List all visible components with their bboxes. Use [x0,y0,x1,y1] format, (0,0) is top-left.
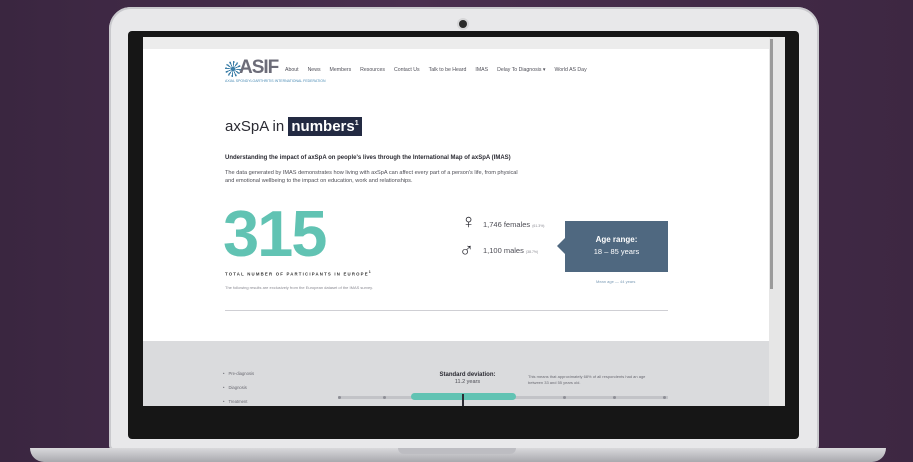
males-pct: (38.7%) [525,250,539,254]
males-stat: 1,100 males (38.7%) [483,246,538,255]
track-dot [563,396,566,399]
asif-logo[interactable]: ASIF AXIAL SPONDYLOARTHRITIS INTERNATION… [225,57,325,87]
browser-top-strip [143,37,769,49]
nav-world-as-day[interactable]: World AS Day [554,67,586,73]
total-label-footnote: 1 [368,270,372,274]
age-range-title: Age range: [595,235,638,244]
title-highlight: numbers1 [288,117,362,136]
scrollbar-thumb[interactable] [770,39,773,289]
standard-deviation-box: Standard deviation: 11.2 years [420,372,515,385]
list-item[interactable]: Pre-diagnosis [223,371,254,376]
sd-note: This means that approximately 68% of all… [528,374,646,385]
total-participants-number: 315 [223,197,327,270]
browser-scrollbar[interactable] [769,37,785,406]
nav-delay-to-diagnosis[interactable]: Delay To Diagnosis ▾ [497,67,545,73]
section-divider [225,310,668,311]
nav-imas[interactable]: IMAS [475,67,488,73]
title-highlight-text: numbers [291,118,355,135]
females-stat: 1,746 females (61.3%) [483,220,544,229]
male-icon: ♂ [459,240,474,262]
site-header: ASIF AXIAL SPONDYLOARTHRITIS INTERNATION… [143,49,769,89]
intro-paragraph: The data generated by IMAS demonstrates … [225,170,518,185]
mean-age-marker [462,394,464,406]
list-item[interactable]: Diagnosis [223,385,254,390]
females-count: 1,746 females [483,220,531,229]
track-dot [613,396,616,399]
page-title: axSpA in numbers1 [225,117,362,136]
title-footnote: 1 [354,120,359,127]
section-subtitle: Understanding the impact of axSpA on peo… [225,155,511,161]
nav-talk-to-be-heard[interactable]: Talk to be Heard [429,67,467,73]
age-range-value: 18 – 85 years [593,247,640,256]
browser-viewport: ASIF AXIAL SPONDYLOARTHRITIS INTERNATION… [143,37,769,406]
nav-contact[interactable]: Contact Us [394,67,420,73]
hero-section: axSpA in numbers1 Understanding the impa… [143,89,769,341]
age-distribution-section: Pre-diagnosis Diagnosis Treatment Standa… [143,341,769,406]
dataset-note: The following results are exclusively fr… [225,285,373,290]
logo-subtext: AXIAL SPONDYLOARTHRITIS INTERNATIONAL FE… [225,79,326,83]
females-pct: (61.3%) [532,224,545,228]
track-dot [383,396,386,399]
total-label-text: TOTAL NUMBER OF PARTICIPANTS IN EUROPE [225,271,369,277]
title-prefix: axSpA in [225,118,285,135]
track-dot [338,396,341,399]
camera-icon [459,20,467,28]
nav-resources[interactable]: Resources [360,67,385,73]
logo-text: ASIF [239,57,279,78]
nav-members[interactable]: Members [330,67,352,73]
age-range-box: Age range: 18 – 85 years [557,221,668,272]
mean-age-note: Mean age — 44 years [596,279,636,284]
sd-title: Standard deviation: [439,372,496,378]
track-dot [663,396,666,399]
sd-value: 11.2 years [454,379,481,385]
males-count: 1,100 males [483,246,524,255]
laptop-notch [398,448,516,454]
nav-about[interactable]: About [285,67,299,73]
female-icon: ♀ [461,211,476,233]
nav-news[interactable]: News [308,67,321,73]
total-participants-label: TOTAL NUMBER OF PARTICIPANTS IN EUROPE1 [225,270,372,276]
main-nav: About News Members Resources Contact Us … [285,67,596,73]
list-item[interactable]: Treatment [223,399,254,404]
journey-list: Pre-diagnosis Diagnosis Treatment [223,371,254,406]
